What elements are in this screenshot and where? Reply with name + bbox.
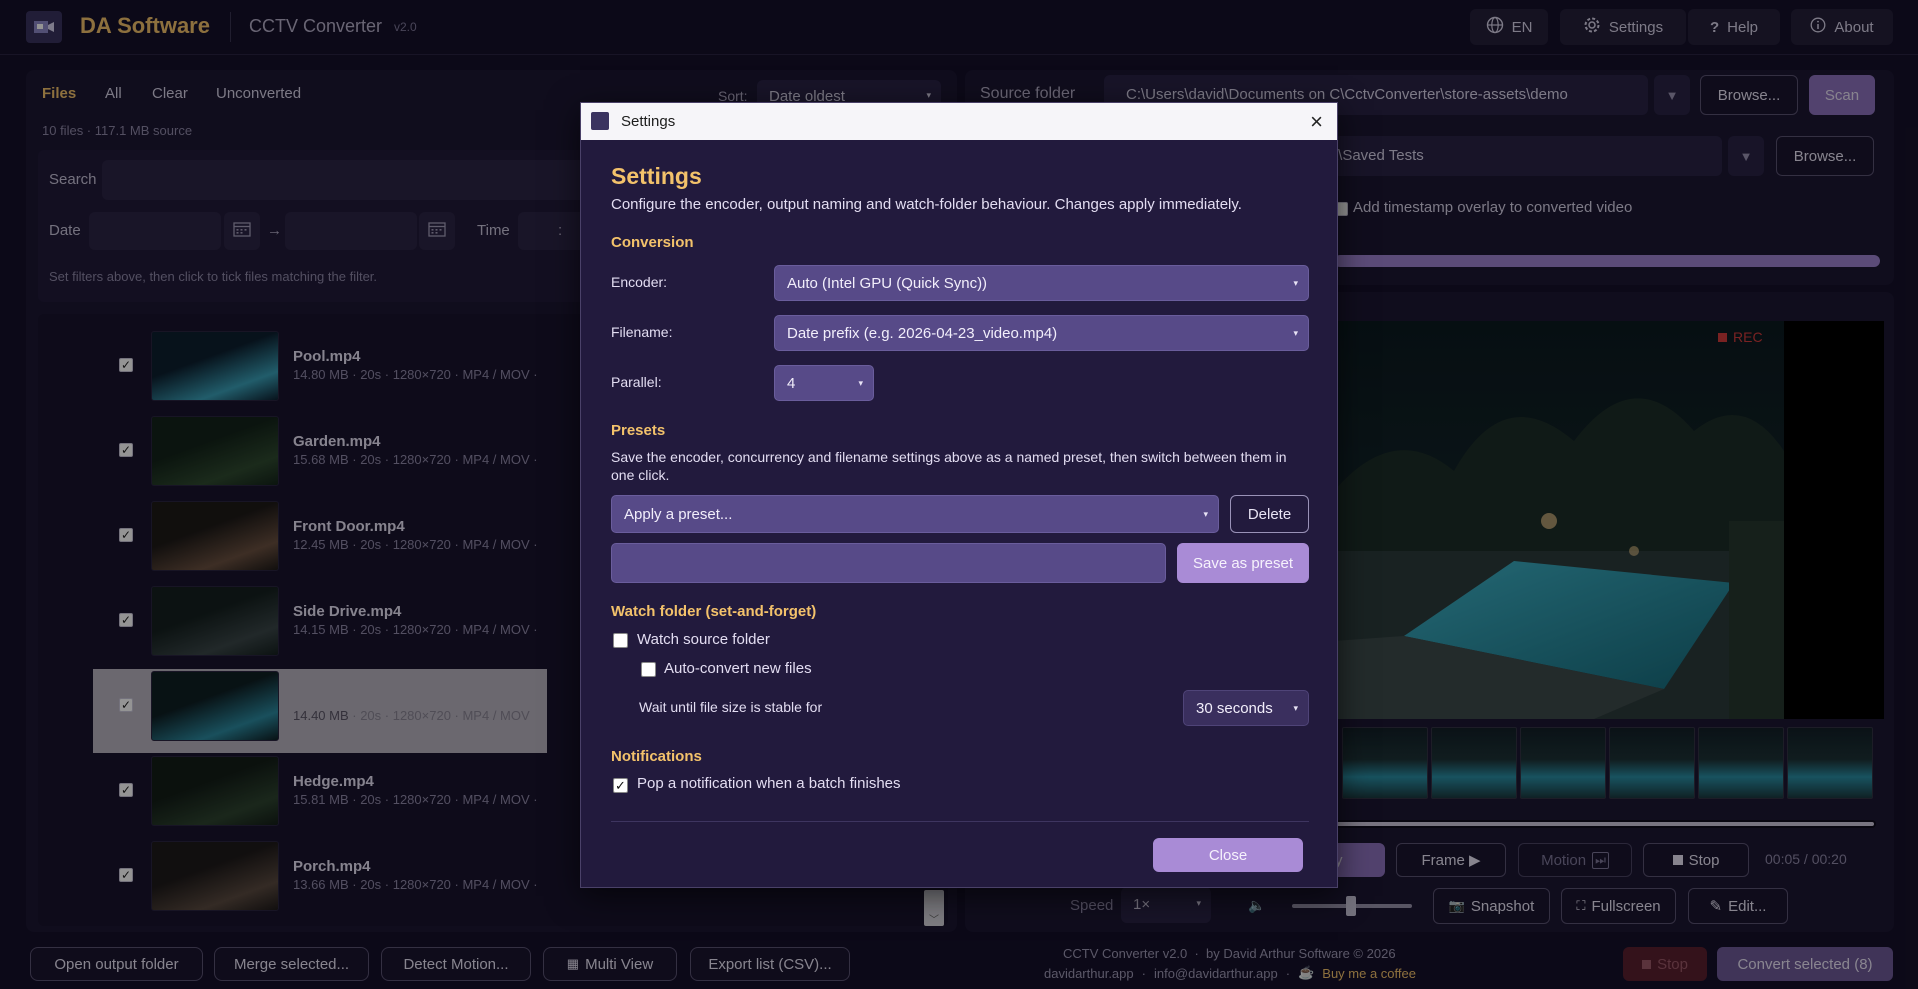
wait-stable-label: Wait until file size is stable for (639, 699, 823, 715)
settings-dialog: Settings × Settings Configure the encode… (580, 102, 1338, 888)
close-icon[interactable]: × (1310, 109, 1323, 135)
apply-preset-value: Apply a preset... (624, 505, 733, 523)
delete-preset-button[interactable]: Delete (1230, 495, 1309, 533)
filename-select[interactable]: Date prefix (e.g. 2026-04-23_video.mp4) … (774, 315, 1309, 351)
watch-source-checkbox[interactable] (613, 633, 628, 648)
presets-heading: Presets (611, 422, 666, 439)
dialog-footer-divider (611, 821, 1309, 822)
dialog-app-icon (591, 112, 609, 130)
watch-source-label: Watch source folder (637, 631, 770, 648)
notifications-heading: Notifications (611, 748, 702, 765)
chevron-down-icon: ▾ (1293, 327, 1298, 338)
dialog-window-title: Settings (621, 113, 676, 130)
chevron-down-icon: ▾ (1203, 508, 1208, 519)
dialog-titlebar: Settings × (581, 103, 1337, 140)
conversion-heading: Conversion (611, 234, 694, 251)
notify-label: Pop a notification when a batch finishes (637, 775, 901, 792)
delete-preset-label: Delete (1247, 505, 1292, 523)
apply-preset-select[interactable]: Apply a preset... ▾ (611, 495, 1219, 533)
watch-folder-heading: Watch folder (set-and-forget) (611, 603, 817, 620)
parallel-value: 4 (787, 374, 796, 392)
wait-stable-select[interactable]: 30 seconds ▾ (1183, 690, 1309, 726)
presets-description: Save the encoder, concurrency and filena… (611, 449, 1287, 483)
dialog-heading: Settings (611, 163, 702, 189)
filename-label: Filename: (611, 324, 673, 340)
dialog-intro: Configure the encoder, output naming and… (611, 196, 1242, 213)
filename-value: Date prefix (e.g. 2026-04-23_video.mp4) (787, 324, 1058, 342)
auto-convert-label: Auto-convert new files (664, 660, 812, 677)
close-button[interactable]: Close (1153, 838, 1303, 872)
close-label: Close (1208, 846, 1248, 864)
notify-checkbox[interactable]: ✓ (613, 778, 628, 793)
encoder-value: Auto (Intel GPU (Quick Sync)) (787, 274, 988, 292)
encoder-select[interactable]: Auto (Intel GPU (Quick Sync)) ▾ (774, 265, 1309, 301)
parallel-select[interactable]: 4 ▾ (774, 365, 874, 401)
preset-name-input[interactable] (611, 543, 1166, 583)
wait-stable-value: 30 seconds (1196, 699, 1273, 717)
chevron-down-icon: ▾ (858, 377, 863, 388)
save-preset-button[interactable]: Save as preset (1177, 543, 1309, 583)
save-preset-label: Save as preset (1192, 554, 1294, 572)
checkmark-icon: ✓ (615, 777, 626, 793)
auto-convert-checkbox[interactable] (641, 662, 656, 677)
chevron-down-icon: ▾ (1293, 702, 1298, 713)
chevron-down-icon: ▾ (1293, 277, 1298, 288)
encoder-label: Encoder: (611, 274, 668, 290)
parallel-label: Parallel: (611, 374, 662, 390)
